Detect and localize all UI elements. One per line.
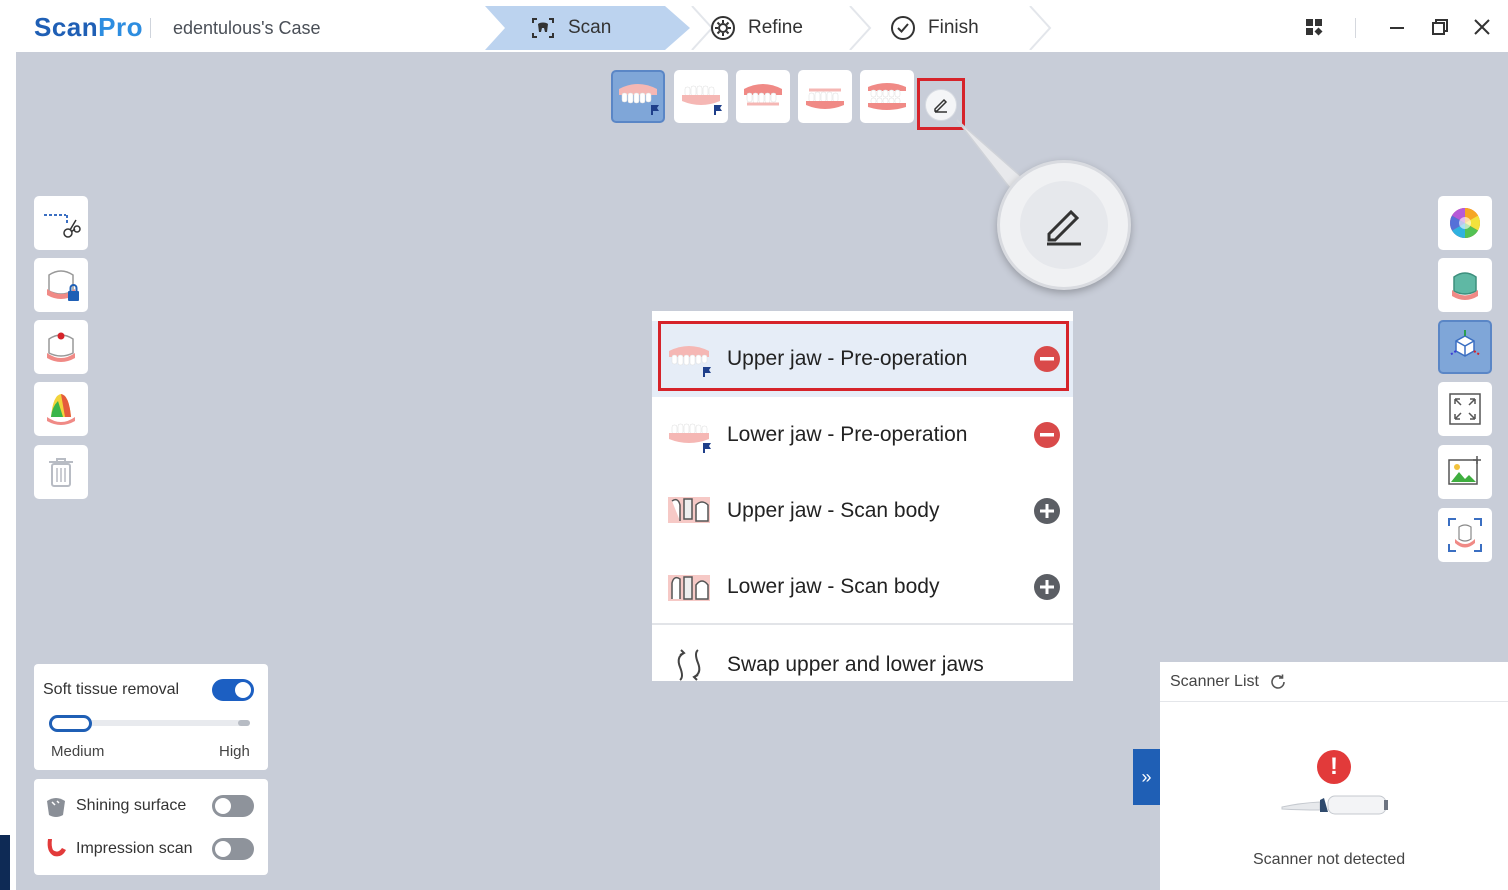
refresh-icon[interactable] — [1269, 673, 1287, 696]
left-edge — [0, 52, 16, 890]
screenshot-button[interactable] — [1438, 445, 1492, 499]
step-scan[interactable]: Scan — [485, 6, 690, 50]
error-icon: ! — [1317, 750, 1351, 784]
lower-jaw-icon — [806, 88, 844, 109]
color-tooth-icon — [47, 394, 75, 425]
scanpro-app: ScanPro edentulous's Case Scan Refine Fi… — [0, 0, 1508, 890]
bite-icon — [868, 82, 906, 110]
fit-screen-button[interactable] — [1438, 382, 1492, 436]
edit-zoom-callout — [997, 160, 1131, 290]
upper-jaw-flag-icon — [619, 83, 659, 115]
trash-icon — [49, 458, 73, 487]
soft-tissue-slider-handle[interactable] — [49, 715, 92, 732]
soft-tissue-panel: Soft tissue removal Medium High — [34, 664, 268, 770]
swap-icon — [666, 642, 712, 681]
upper-scanbody-icon — [666, 488, 712, 534]
slider-label-medium: Medium — [51, 743, 105, 760]
app-logo: ScanPro — [34, 12, 143, 42]
menu-item-upper-scanbody[interactable]: Upper jaw - Scan body — [652, 473, 1073, 549]
impression-scan-label: Impression scan — [76, 840, 193, 857]
pencil-icon — [1047, 209, 1081, 246]
scanner-device-icon — [1280, 790, 1392, 825]
menu-item-label: Swap upper and lower jaws — [727, 653, 984, 676]
slider-label-high: High — [219, 743, 250, 760]
apps-grid-icon[interactable] — [1301, 14, 1327, 40]
close-icon[interactable] — [1469, 14, 1495, 40]
scanner-status: Scanner not detected — [1253, 851, 1406, 868]
color-wheel-icon — [1449, 208, 1481, 238]
menu-item-lower-preop[interactable]: Lower jaw - Pre-operation — [652, 397, 1073, 473]
window-controls-divider — [1355, 18, 1356, 38]
menu-item-label: Lower jaw - Scan body — [727, 575, 940, 598]
menu-item-label: Lower jaw - Pre-operation — [727, 423, 968, 446]
color-mode-button[interactable] — [1438, 196, 1492, 250]
lower-jaw-flag-icon — [682, 85, 722, 115]
gear-icon — [710, 15, 736, 41]
scan-icon — [530, 15, 556, 41]
upper-jaw-icon — [744, 83, 782, 105]
case-title: edentulous's Case — [173, 18, 321, 38]
highlight-box-menu — [658, 321, 1069, 391]
lower-scanbody-icon — [666, 564, 712, 610]
step-finish-label: Finish — [928, 17, 979, 38]
step-refine[interactable]: Refine — [710, 6, 803, 50]
add-icon[interactable] — [1034, 574, 1060, 600]
menu-divider — [652, 623, 1073, 625]
lower-jaw-flag-icon — [666, 412, 712, 458]
menu-item-label: Upper jaw - Scan body — [727, 499, 940, 522]
step-chevron — [1029, 6, 1052, 50]
expand-panel-button[interactable]: » — [1133, 749, 1160, 805]
check-circle-icon — [890, 15, 916, 41]
stage-tab-bite[interactable] — [860, 70, 914, 123]
cut-icon — [44, 214, 81, 238]
lock-area-button[interactable] — [34, 258, 88, 312]
model-view-button[interactable] — [1438, 258, 1492, 312]
step-refine-label: Refine — [748, 17, 803, 38]
cut-tool-button[interactable] — [34, 196, 88, 250]
zoom-inner — [1020, 181, 1108, 269]
add-icon[interactable] — [1034, 498, 1060, 524]
step-finish[interactable]: Finish — [890, 6, 979, 50]
marker-tool-button[interactable] — [34, 320, 88, 374]
scanner-list-header: Scanner List — [1160, 662, 1508, 702]
menu-item-lower-scanbody[interactable]: Lower jaw - Scan body — [652, 549, 1073, 625]
remove-icon[interactable] — [1034, 422, 1060, 448]
shining-surface-label: Shining surface — [76, 797, 187, 814]
scanner-list-title: Scanner List — [1170, 673, 1259, 690]
stage-tab-upper[interactable] — [736, 70, 790, 123]
restore-icon[interactable] — [1427, 14, 1453, 40]
stage-tab-lower-preop[interactable] — [674, 70, 728, 123]
soft-tissue-label: Soft tissue removal — [43, 681, 180, 698]
model-icon — [1452, 272, 1478, 300]
lock-tooth-icon — [47, 270, 79, 301]
shining-tooth-icon — [44, 795, 68, 824]
delete-button[interactable] — [34, 445, 88, 499]
slider-stop-high — [238, 720, 250, 726]
capture-view-button[interactable] — [1438, 508, 1492, 562]
color-map-button[interactable] — [34, 382, 88, 436]
fit-screen-icon — [1449, 393, 1481, 425]
title-bar: ScanPro edentulous's Case Scan Refine Fi… — [0, 0, 1508, 52]
soft-tissue-toggle[interactable] — [212, 679, 254, 701]
scan-options-panel: Shining surface Impression scan — [34, 779, 268, 875]
view-cube-icon — [1449, 330, 1481, 357]
impression-icon — [44, 836, 68, 865]
corner-decoration — [0, 835, 10, 890]
shining-surface-toggle[interactable] — [212, 795, 254, 817]
title-divider — [150, 18, 151, 38]
impression-scan-toggle[interactable] — [212, 838, 254, 860]
marker-tooth-icon — [47, 332, 75, 362]
stage-tab-lower[interactable] — [798, 70, 852, 123]
image-icon — [1448, 456, 1481, 485]
menu-item-swap-jaws[interactable]: Swap upper and lower jaws — [652, 627, 1073, 681]
scanner-list-panel: Scanner List ! Scanner not detected — [1160, 662, 1508, 890]
step-scan-label: Scan — [568, 17, 612, 38]
view-orientation-button[interactable] — [1438, 320, 1492, 374]
capture-icon — [1448, 518, 1482, 552]
stage-tab-upper-preop[interactable] — [611, 70, 665, 123]
minimize-icon[interactable] — [1384, 14, 1410, 40]
step-chevron — [849, 6, 872, 50]
